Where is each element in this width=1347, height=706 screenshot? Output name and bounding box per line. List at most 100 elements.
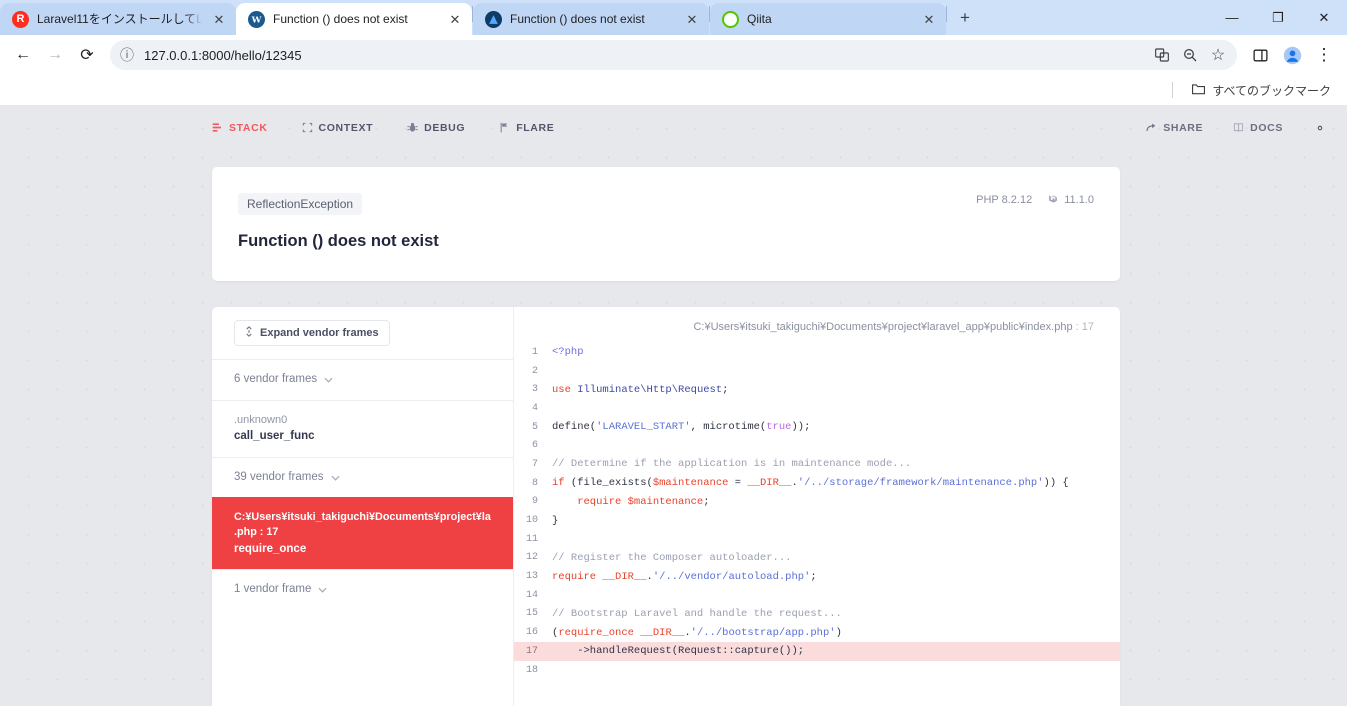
code-line: 15 // Bootstrap Laravel and handle the re… <box>514 605 1120 624</box>
window-controls: — ❐ ✕ <box>1209 0 1347 35</box>
code-line-number: 2 <box>531 365 538 377</box>
frames-list: Expand vendor frames 6 vendor frames .un… <box>212 307 514 706</box>
code-line: 8 if (file_exists($maintenance = __DIR__.… <box>514 474 1120 493</box>
back-icon[interactable]: ← <box>8 40 38 70</box>
frame-vendor-label: 6 vendor frames <box>234 373 318 385</box>
chevron-down-icon <box>324 374 333 386</box>
tab-divider <box>946 5 947 22</box>
docs-label: DOCS <box>1250 121 1283 134</box>
code-line-source: if (file_exists($maintenance = __DIR__.'… <box>552 477 1069 490</box>
code-line-number: 4 <box>531 402 538 414</box>
translate-icon[interactable] <box>1149 42 1175 68</box>
profile-avatar-icon[interactable] <box>1277 40 1307 70</box>
frame-vendor-group-1[interactable]: 39 vendor frames <box>212 456 513 498</box>
frame-selected[interactable]: C:¥Users¥itsuki_takiguchi¥Documents¥proj… <box>212 497 513 570</box>
browser-tab-1[interactable]: W Function () does not exist ✕ <box>236 3 472 35</box>
code-panel: C:¥Users¥itsuki_takiguchi¥Documents¥proj… <box>514 307 1120 706</box>
bookmarks-divider <box>1172 82 1174 98</box>
all-bookmarks-label: すべてのブックマーク <box>1212 83 1331 98</box>
code-line: 4 <box>514 399 1120 418</box>
frame-app-0[interactable]: .unknown0 call_user_func <box>212 399 513 457</box>
code-line-number: 17 <box>525 645 538 657</box>
code-line-number: 3 <box>531 384 538 396</box>
code-file-header: C:¥Users¥itsuki_takiguchi¥Documents¥proj… <box>693 321 1094 333</box>
code-line-source: ->handleRequest(Request::capture()); <box>552 645 805 658</box>
code-line-number: 6 <box>531 440 538 452</box>
folder-icon <box>1191 82 1206 99</box>
ignition-nav: STACK CONTEXT DEBUG FLARE <box>212 122 554 134</box>
code-line: 18 <box>514 661 1120 680</box>
frame-vendor-group-0[interactable]: 6 vendor frames <box>212 359 513 400</box>
code-line-number: 14 <box>525 589 538 601</box>
code-line-source: use Illuminate\Http\Request; <box>552 383 729 396</box>
php-version: PHP 8.2.12 <box>976 194 1032 206</box>
share-icon <box>1146 122 1157 133</box>
exception-type-badge: ReflectionException <box>238 193 363 215</box>
browser-tab-0[interactable]: Laravel11をインストールしてLaravel ✕ <box>0 3 236 35</box>
site-info-icon[interactable]: ⓘ <box>120 45 134 65</box>
tab-close-icon[interactable]: ✕ <box>210 10 228 28</box>
browser-toolbar: ← → ⟳ ⓘ 127.0.0.1:8000/hello/12345 ☆ ⋮ <box>0 35 1347 75</box>
code-line-number: 15 <box>525 608 538 620</box>
forward-icon[interactable]: → <box>40 40 70 70</box>
toolbar-right-actions: ⋮ <box>1245 40 1339 70</box>
laravel-version: 11.1.0 <box>1048 193 1094 207</box>
tab-flare-label: FLARE <box>516 121 555 134</box>
code-line: 6 <box>514 436 1120 455</box>
debug-icon <box>407 122 418 133</box>
tab-close-icon[interactable]: ✕ <box>920 10 938 28</box>
new-tab-button[interactable]: + <box>951 4 979 32</box>
code-lines: 1 <?php 2 3 use Illuminate\Http\Request; 4 5 de… <box>514 343 1120 679</box>
code-line: 1 <?php <box>514 343 1120 362</box>
omnibox-actions: ☆ <box>1149 42 1231 68</box>
frame-vendor-label: 1 vendor frame <box>234 583 312 596</box>
browser-window: Laravel11をインストールしてLaravel ✕ W Function (… <box>0 0 1347 706</box>
tab-context[interactable]: CONTEXT <box>302 122 374 134</box>
chevron-down-icon <box>318 584 327 596</box>
exception-meta: PHP 8.2.12 11.1.0 <box>976 193 1094 207</box>
code-line-number: 7 <box>531 458 538 470</box>
all-bookmarks-button[interactable]: すべてのブックマーク <box>1185 79 1337 102</box>
tab-close-icon[interactable]: ✕ <box>446 10 464 28</box>
frame-path: .unknown0 <box>234 413 288 426</box>
tab-debug-label: DEBUG <box>424 121 466 134</box>
laravel-logo-icon <box>1048 193 1059 207</box>
window-maximize-button[interactable]: ❐ <box>1255 0 1301 35</box>
code-line-source: require $maintenance; <box>552 495 710 508</box>
php-version-label: PHP 8.2.12 <box>976 194 1033 206</box>
share-button[interactable]: SHARE <box>1146 122 1203 134</box>
reload-icon[interactable]: ⟳ <box>72 40 102 70</box>
browser-menu-icon[interactable]: ⋮ <box>1309 40 1339 70</box>
expand-vertical-icon <box>245 326 253 340</box>
frame-vendor-label: 39 vendor frames <box>234 470 324 483</box>
code-line-source: } <box>552 514 559 527</box>
frame-vendor-group-2[interactable]: 1 vendor frame <box>212 569 513 610</box>
wordpress-favicon-icon: W <box>248 10 265 28</box>
ignition-header: STACK CONTEXT DEBUG FLARE SHARE DOCS <box>0 105 1347 150</box>
code-line: 10} <box>514 511 1120 530</box>
tab-title: Function () does not exist <box>273 12 408 26</box>
window-close-button[interactable]: ✕ <box>1301 0 1347 35</box>
browser-tab-3[interactable]: Qiita ✕ <box>710 3 946 35</box>
side-panel-icon[interactable] <box>1245 40 1275 70</box>
docs-button[interactable]: DOCS <box>1233 122 1283 134</box>
page-viewport: STACK CONTEXT DEBUG FLARE SHARE DOCS Ref… <box>0 105 1347 706</box>
code-line: 16 (require_once __DIR__.'/../bootstrap/a… <box>514 623 1120 642</box>
tab-debug[interactable]: DEBUG <box>407 122 465 134</box>
address-bar[interactable]: ⓘ 127.0.0.1:8000/hello/12345 ☆ <box>110 40 1237 70</box>
tab-close-icon[interactable]: ✕ <box>683 10 701 28</box>
tab-stack[interactable]: STACK <box>212 122 268 134</box>
code-line-source: // Determine if the application is in ma… <box>552 458 912 471</box>
exception-card: ReflectionException Function () does not… <box>212 167 1120 281</box>
zoom-out-icon[interactable] <box>1177 42 1203 68</box>
bookmark-star-icon[interactable]: ☆ <box>1205 42 1231 68</box>
code-line-number: 8 <box>531 477 538 489</box>
expand-vendor-frames-button[interactable]: Expand vendor frames <box>234 320 390 346</box>
tab-flare[interactable]: FLARE <box>499 122 554 134</box>
code-line-number: 1 <box>531 346 538 358</box>
settings-gear-icon[interactable] <box>1313 121 1327 135</box>
window-minimize-button[interactable]: — <box>1209 0 1255 35</box>
browser-tab-2[interactable]: Function () does not exist ✕ <box>473 3 709 35</box>
tab-title: Laravel11をインストールしてLaravel <box>37 12 202 26</box>
code-file-path: C:¥Users¥itsuki_takiguchi¥Documents¥proj… <box>693 321 1073 333</box>
